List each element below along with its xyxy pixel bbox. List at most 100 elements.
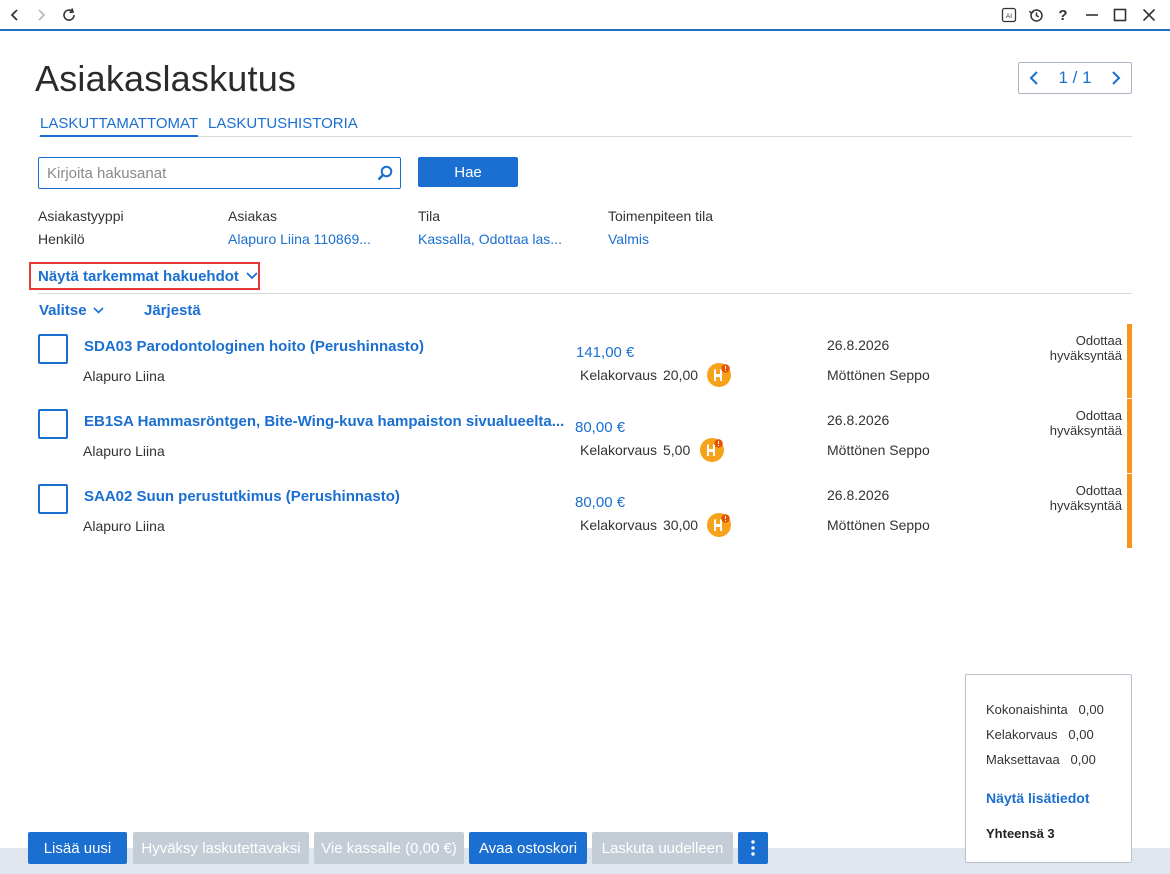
row-kela-value: 30,00 — [663, 517, 699, 533]
row-person: Möttönen Seppo — [827, 517, 930, 533]
chevron-left-icon — [10, 9, 18, 21]
row-title-link[interactable]: SDA03 Parodontologinen hoito (Perushinna… — [84, 338, 424, 355]
status-line: Odottaa — [1075, 408, 1122, 423]
list-item: SAA02 Suun perustutkimus (Perushinnasto)… — [0, 474, 1170, 548]
show-details-link[interactable]: Näytä lisätiedot — [986, 790, 1089, 806]
select-menu-button[interactable]: Valitse — [39, 302, 104, 319]
tab-bar: LASKUTTAMATTOMAT LASKUTUSHISTORIA — [38, 115, 1132, 137]
minimize-icon — [1086, 14, 1098, 16]
close-button[interactable] — [1138, 4, 1160, 26]
minimize-button[interactable] — [1081, 4, 1103, 26]
row-kela-label: Kelakorvaus — [580, 367, 658, 383]
sort-button[interactable]: Järjestä — [144, 302, 201, 319]
refresh-icon — [63, 8, 75, 21]
status-line: hyväksyntää — [1049, 423, 1122, 438]
add-new-button[interactable]: Lisää uusi — [28, 832, 127, 864]
filter-label: Asiakas — [228, 208, 278, 224]
row-title-link[interactable]: SAA02 Suun perustutkimus (Perushinnasto) — [84, 488, 400, 505]
svg-text:AI: AI — [1006, 13, 1012, 20]
summary-value: 0,00 — [1068, 727, 1094, 742]
show-more-filters-label: Näytä tarkemmat hakuehdot — [38, 267, 239, 285]
rebill-button[interactable]: Laskuta uudelleen — [592, 832, 733, 864]
row-customer: Alapuro Liina — [83, 443, 165, 459]
maximize-button[interactable] — [1109, 4, 1131, 26]
row-customer: Alapuro Liina — [83, 368, 165, 384]
window-titlebar: AI ? — [0, 0, 1170, 31]
row-checkbox[interactable] — [38, 334, 68, 364]
filter-asiakas: Asiakas Alapuro Liina 110869... — [228, 208, 371, 247]
row-kela-value: 5,00 — [663, 442, 691, 458]
summary-label: Kelakorvaus — [986, 727, 1058, 742]
ai-icon: AI — [1001, 7, 1017, 23]
history-button[interactable] — [1025, 4, 1047, 26]
forward-button[interactable] — [30, 4, 52, 26]
open-cart-button[interactable]: Avaa ostoskori — [469, 832, 587, 864]
row-person: Möttönen Seppo — [827, 442, 930, 458]
filter-label: Tila — [418, 208, 441, 224]
status-indicator-bar — [1127, 474, 1132, 548]
help-icon: ? — [1058, 6, 1068, 24]
status-line: hyväksyntää — [1049, 498, 1122, 513]
tab-laskuttamattomat[interactable]: LASKUTTAMATTOMAT — [40, 115, 199, 137]
ai-button[interactable]: AI — [998, 4, 1020, 26]
approve-for-billing-button[interactable]: Hyväksy laskutettavaksi — [133, 832, 309, 864]
filter-value-link[interactable]: Valmis — [608, 231, 713, 247]
filter-label: Asiakastyyppi — [38, 208, 124, 224]
search-input[interactable] — [39, 158, 359, 188]
summary-total-price: Kokonaishinta 0,00 — [986, 702, 1104, 717]
pager: 1 / 1 — [1018, 62, 1132, 94]
list-item: SDA03 Parodontologinen hoito (Perushinna… — [0, 324, 1170, 398]
tab-laskutushistoria[interactable]: LASKUTUSHISTORIA — [208, 115, 358, 135]
row-kela-label: Kelakorvaus — [580, 442, 658, 458]
status-line: Odottaa — [1075, 333, 1122, 348]
summary-value: 0,00 — [1070, 752, 1096, 767]
status-indicator-bar — [1127, 324, 1132, 398]
row-person: Möttönen Seppo — [827, 367, 930, 383]
pager-prev-button[interactable] — [1025, 67, 1043, 89]
row-date: 26.8.2026 — [827, 337, 890, 353]
page-title: Asiakaslaskutus — [35, 58, 297, 99]
divider — [38, 293, 1132, 294]
filter-toimenpiteen-tila: Toimenpiteen tila Valmis — [608, 208, 713, 247]
row-price[interactable]: 80,00 € — [575, 419, 625, 436]
summary-panel: Kokonaishinta 0,00 Kelakorvaus 0,00 Maks… — [965, 674, 1132, 863]
row-customer: Alapuro Liina — [83, 518, 165, 534]
pager-text: 1 / 1 — [1058, 68, 1092, 87]
row-title-link[interactable]: EB1SA Hammasröntgen, Bite-Wing-kuva hamp… — [84, 413, 564, 430]
filter-tila: Tila Kassalla, Odottaa las... — [418, 208, 562, 247]
search-icon[interactable] — [376, 164, 394, 182]
row-date: 26.8.2026 — [827, 487, 890, 503]
summary-payable: Maksettavaa 0,00 — [986, 752, 1096, 767]
show-more-filters-toggle[interactable]: Näytä tarkemmat hakuehdot — [29, 262, 260, 290]
summary-value: 0,00 — [1078, 702, 1104, 717]
chevron-left-icon — [1029, 71, 1038, 85]
list-item: EB1SA Hammasröntgen, Bite-Wing-kuva hamp… — [0, 399, 1170, 473]
summary-count: Yhteensä 3 — [986, 826, 1055, 841]
refresh-button[interactable] — [58, 4, 80, 26]
filter-value-link[interactable]: Kassalla, Odottaa las... — [418, 231, 562, 247]
chevron-down-icon — [246, 272, 258, 280]
summary-label: Kokonaishinta — [986, 702, 1068, 717]
row-kela-value: 20,00 — [663, 367, 699, 383]
history-icon — [1028, 9, 1043, 22]
chevron-right-icon — [38, 9, 46, 21]
status-line: Odottaa — [1075, 483, 1122, 498]
summary-label: Maksettavaa — [986, 752, 1060, 767]
back-button[interactable] — [4, 4, 26, 26]
filter-value: Henkilö — [38, 231, 85, 247]
row-checkbox[interactable] — [38, 409, 68, 439]
chevron-down-icon — [92, 307, 104, 314]
row-price[interactable]: 80,00 € — [575, 494, 625, 511]
filter-label: Toimenpiteen tila — [608, 208, 714, 224]
kela-warning-icon — [707, 363, 731, 387]
row-checkbox[interactable] — [38, 484, 68, 514]
row-date: 26.8.2026 — [827, 412, 890, 428]
filter-value-link[interactable]: Alapuro Liina 110869... — [228, 231, 371, 247]
row-kela-label: Kelakorvaus — [580, 517, 658, 533]
more-actions-button[interactable] — [738, 832, 768, 864]
search-button[interactable]: Hae — [418, 157, 518, 187]
help-button[interactable]: ? — [1052, 4, 1074, 26]
pager-next-button[interactable] — [1107, 67, 1125, 89]
send-to-checkout-button[interactable]: Vie kassalle (0,00 €) — [314, 832, 464, 864]
row-price[interactable]: 141,00 € — [576, 344, 634, 361]
